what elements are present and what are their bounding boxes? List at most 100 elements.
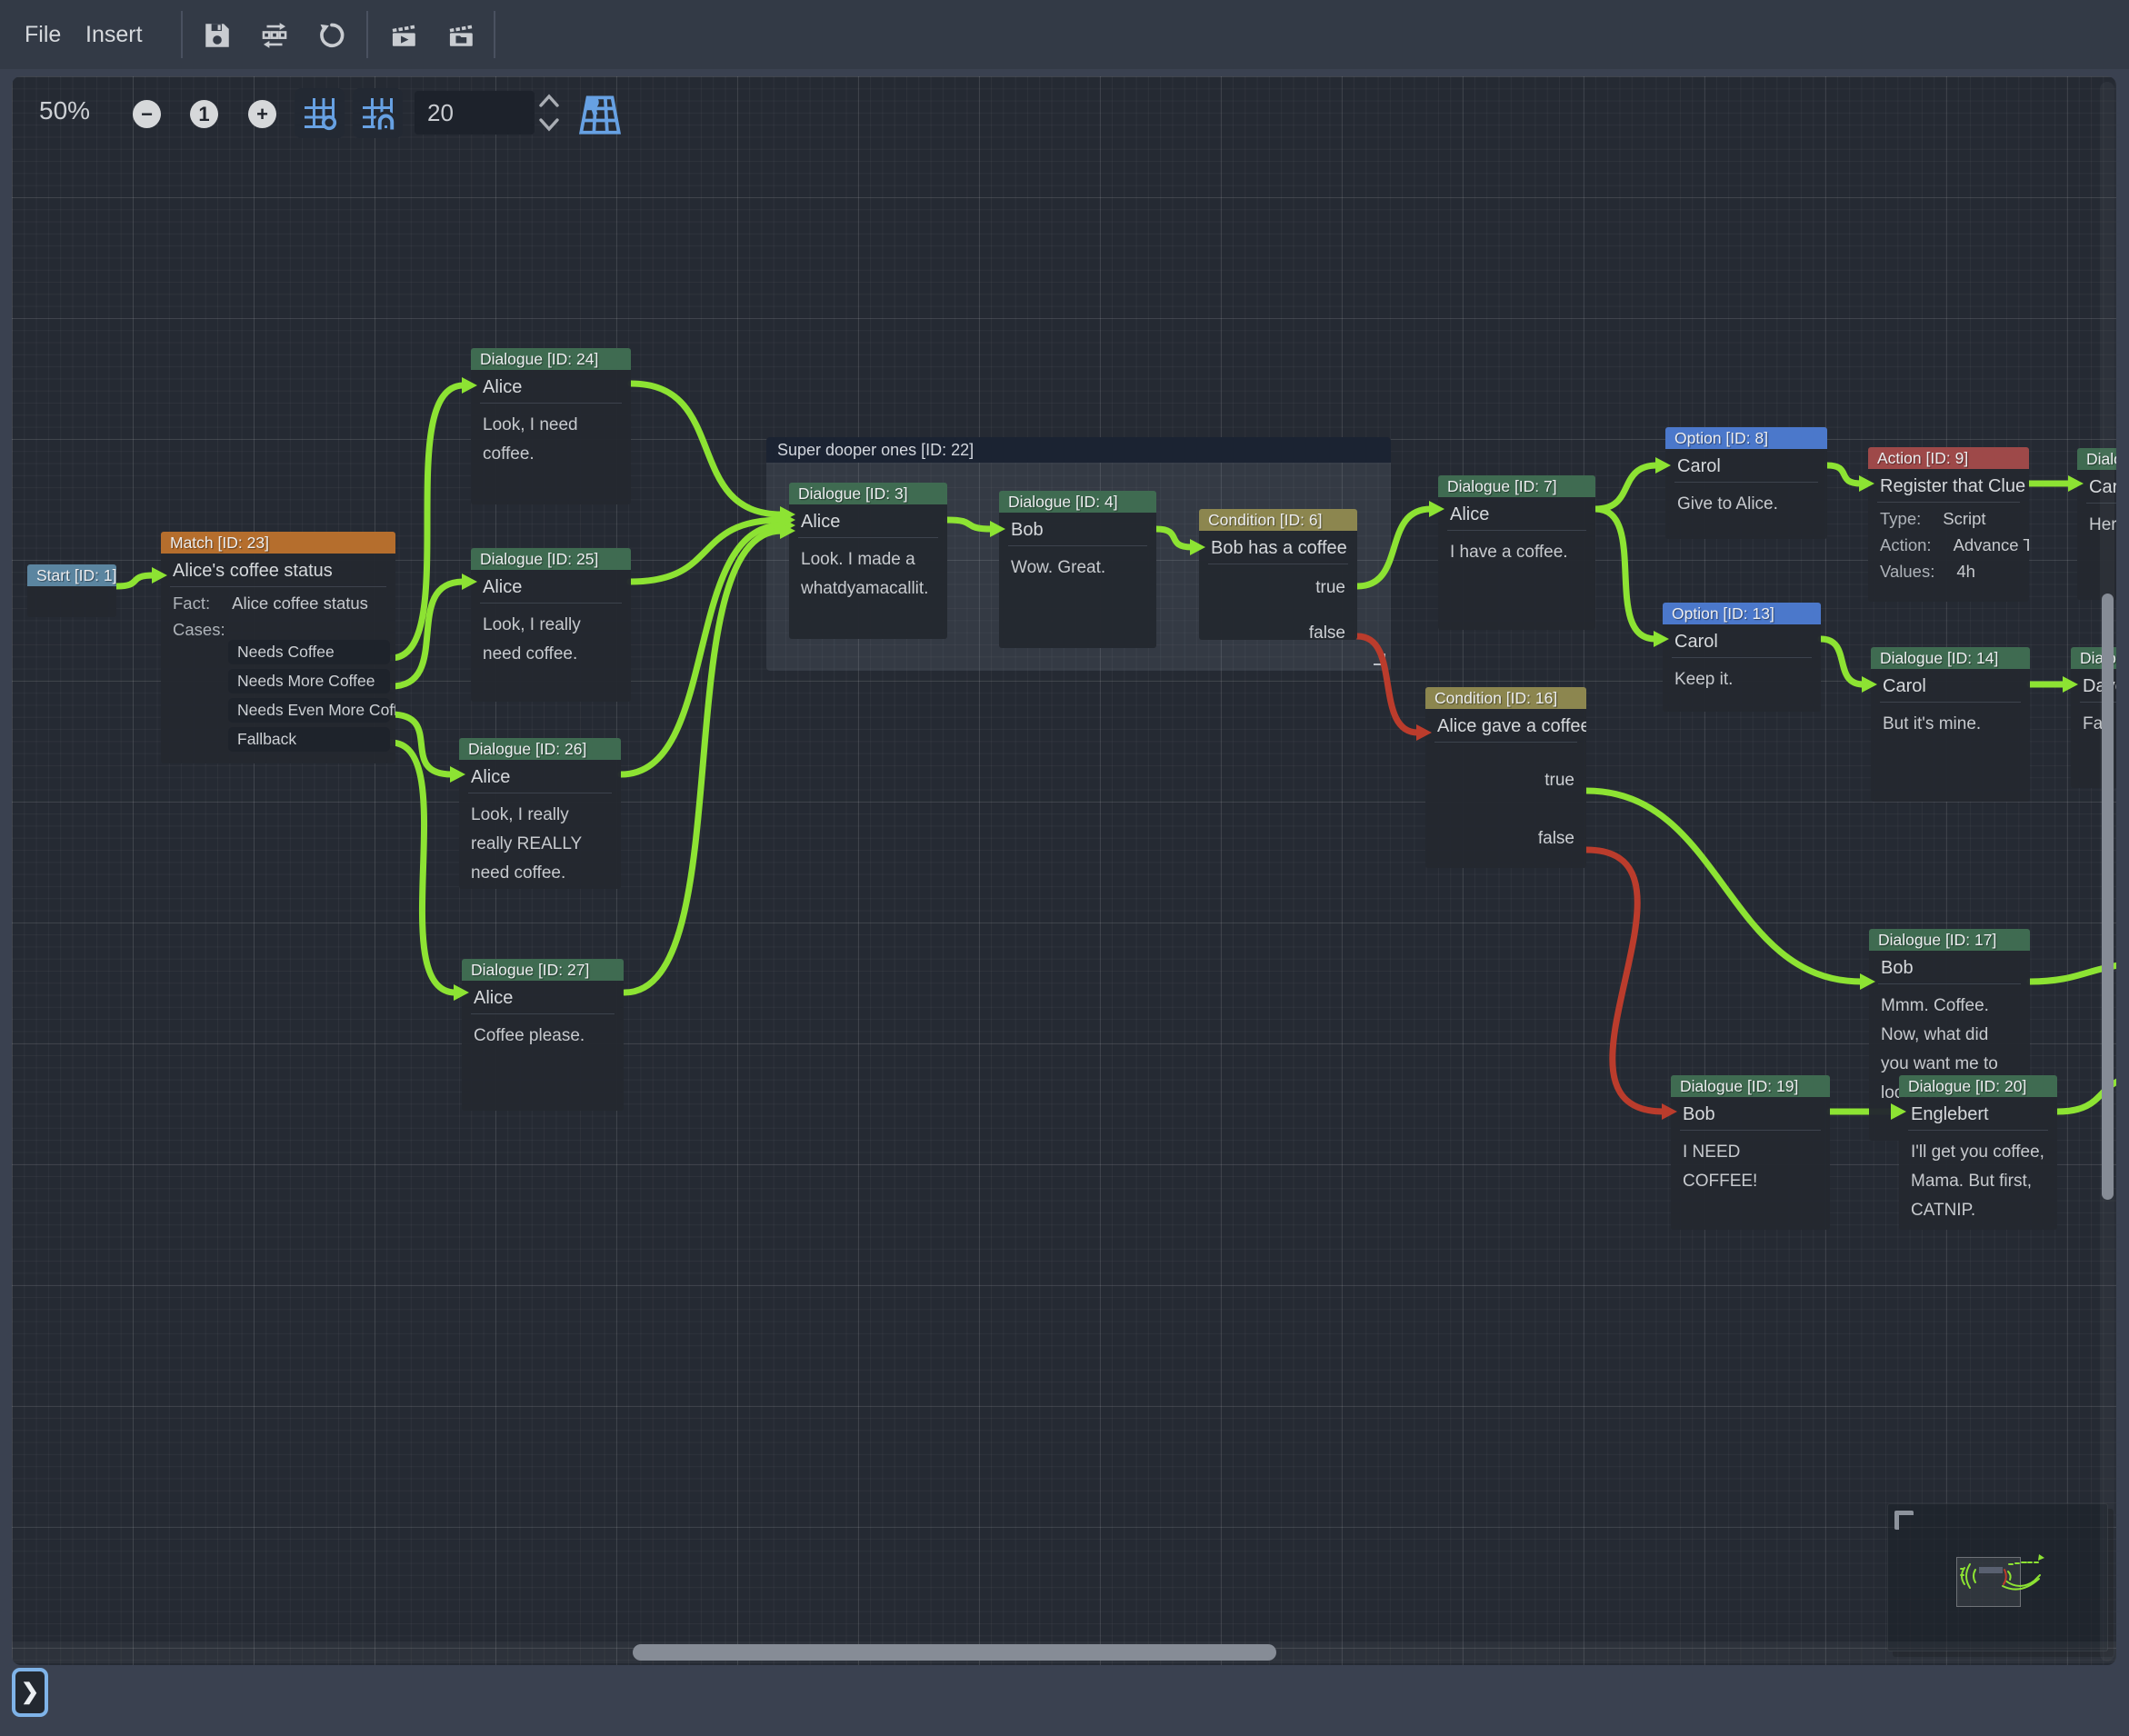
field-label: Fact: [173, 594, 210, 613]
node-title[interactable]: Dialogue [ID: 7] [1438, 475, 1595, 497]
node-body: Alice's coffee statusFact:Alice coffee s… [161, 554, 395, 763]
node-title[interactable]: Dialogue [ID: 26] [459, 738, 621, 760]
snap-grid-toggle[interactable] [295, 88, 345, 138]
node-title[interactable]: Dialogue [ID: 14] [1871, 647, 2030, 669]
character-row: Register that Clue 1... [1868, 471, 2029, 502]
node-dialogue-14[interactable]: Dialogue [ID: 14]CarolBut it's mine. [1871, 647, 2030, 802]
save-icon[interactable] [202, 20, 233, 51]
expand-panel-button[interactable]: ❯ [12, 1668, 48, 1717]
zoom-reset-button[interactable]: 1 [190, 100, 218, 128]
node-title[interactable]: Dialogue [ID: 17] [1869, 929, 2030, 951]
minimap-toggle-icon[interactable] [575, 89, 625, 138]
node-divider [1434, 742, 1577, 743]
node-title[interactable]: Action [ID: 9] [1868, 447, 2029, 469]
character-row: Carol [1665, 451, 1827, 482]
node-title[interactable]: Option [ID: 13] [1663, 603, 1821, 624]
node-dialogue-25[interactable]: Dialogue [ID: 25]AliceLook, I really nee… [471, 548, 631, 702]
node-body: BobI NEED COFFEE! [1671, 1097, 1830, 1230]
node-title[interactable]: Dialogue [ID: 20] [1899, 1075, 2057, 1097]
node-title[interactable]: Dialogue [ID: 24] [471, 348, 631, 370]
node-title[interactable]: Start [ID: 1] [27, 564, 116, 586]
node-condition-16[interactable]: Condition [ID: 16]Alice gave a coffeetru… [1425, 687, 1586, 868]
zoom-out-button[interactable]: − [133, 100, 161, 128]
dialogue-text: I'll get you coffee, Mama. But first, CA… [1899, 1131, 2057, 1225]
node-dialogue-4[interactable]: Dialogue [ID: 4]BobWow. Great. [999, 491, 1156, 648]
horizontal-scrollbar-thumb[interactable] [633, 1644, 1276, 1661]
node-body: CarolKeep it. [1663, 624, 1821, 712]
field-value: Alice coffee status [232, 594, 368, 613]
node-body: CarolBut it's mine. [1871, 669, 2030, 802]
wire [116, 575, 154, 586]
node-title[interactable]: Dialogue [ID: 27] [462, 959, 624, 981]
graph-canvas[interactable]: 50% − 1 + 20 [12, 76, 2116, 1665]
snap-distance-input[interactable]: 20 [415, 91, 535, 135]
node-body: AliceLook. I made a whatdyamacallit. [789, 504, 947, 639]
node-title[interactable]: Dialogue [ID: 4] [999, 491, 1156, 513]
wire [1821, 639, 1864, 684]
minimap-graph-preview [1888, 1504, 2107, 1651]
dialogue-text: Look. I made a whatdyamacallit. [789, 538, 947, 604]
character-row: Bob [999, 514, 1156, 545]
condition-output-false[interactable]: false [1425, 828, 1586, 850]
wire [1156, 529, 1192, 547]
field-value: Advance T... [1954, 535, 2029, 554]
menu-insert[interactable]: Insert [73, 0, 155, 69]
node-dialogue-27[interactable]: Dialogue [ID: 27]AliceCoffee please. [462, 959, 624, 1111]
field-value: 4h [1956, 562, 1975, 581]
node-option-13[interactable]: Option [ID: 13]CarolKeep it. [1663, 603, 1821, 712]
node-match-23[interactable]: Match [ID: 23]Alice's coffee statusFact:… [161, 532, 395, 763]
wire [1827, 465, 1861, 484]
node-title[interactable]: Dialogue [ID: 25] [471, 548, 631, 570]
vertical-scrollbar-thumb[interactable] [2102, 594, 2114, 1200]
condition-output-true[interactable]: true [1425, 770, 1586, 792]
node-dialogue-24[interactable]: Dialogue [ID: 24]AliceLook, I need coffe… [471, 348, 631, 504]
translate-icon[interactable] [259, 20, 290, 51]
field-row: Values:4h [1868, 555, 2029, 582]
undo-icon[interactable] [316, 20, 347, 51]
node-action-9[interactable]: Action [ID: 9]Register that Clue 1... Typ… [1868, 447, 2029, 602]
character-row: Alice [462, 983, 624, 1013]
dialogue-text: Look, I really need coffee. [471, 604, 631, 669]
menu-file[interactable]: File [12, 0, 74, 69]
node-dialogue-3[interactable]: Dialogue [ID: 3]AliceLook. I made a what… [789, 483, 947, 639]
dialogue-text: But it's mine. [1871, 703, 2030, 739]
node-title[interactable]: Condition [ID: 16] [1425, 687, 1586, 709]
menubar-separator [366, 11, 368, 58]
dialogue-text: Keep it. [1663, 658, 1821, 694]
node-dialogue-26[interactable]: Dialogue [ID: 26]AliceLook, I really rea… [459, 738, 621, 889]
case-output-row[interactable]: Needs Even More Coffee [228, 698, 390, 723]
dialogue-text: Look, I need coffee. [471, 404, 631, 469]
snap-distance-toggle[interactable] [353, 88, 403, 138]
node-option-8[interactable]: Option [ID: 8]CarolGive to Alice. [1665, 427, 1827, 539]
node-condition-6[interactable]: Condition [ID: 6]Bob has a coffeetruefal… [1199, 509, 1357, 640]
node-title[interactable]: Dialogue [ID: 3] [789, 483, 947, 504]
zoom-in-button[interactable]: + [248, 100, 276, 128]
node-dialogue-19[interactable]: Dialogue [ID: 19]BobI NEED COFFEE! [1671, 1075, 1830, 1230]
node-dialogue-7[interactable]: Dialogue [ID: 7]AliceI have a coffee. [1438, 475, 1595, 630]
wire [1586, 791, 1862, 982]
case-output-row[interactable]: Needs Coffee [228, 640, 390, 664]
open-dialogue-icon[interactable] [446, 20, 477, 51]
case-output-row[interactable]: Needs More Coffee [228, 669, 390, 693]
condition-output-false[interactable]: false [1199, 623, 1357, 640]
node-body: Alice gave a coffeetruefalse [1425, 709, 1586, 868]
node-title[interactable]: Option [ID: 8] [1665, 427, 1827, 449]
node-title[interactable]: Dialogue [ID: 19] [1671, 1075, 1830, 1097]
node-dialogue-20[interactable]: Dialogue [ID: 20]EnglebertI'll get you c… [1899, 1075, 2057, 1230]
character-row: Carol [1663, 626, 1821, 657]
spin-down-icon[interactable] [537, 115, 561, 135]
case-output-row[interactable]: Fallback [228, 727, 390, 752]
character-row: Englebert [1899, 1099, 2057, 1130]
node-title[interactable]: Condition [ID: 6] [1199, 509, 1357, 531]
field-label: Type: [1880, 509, 1921, 528]
spin-up-icon[interactable] [537, 91, 561, 111]
dialogue-text: I have a coffee. [1438, 531, 1595, 567]
node-start-1[interactable]: Start [ID: 1] [27, 564, 116, 617]
wire [1357, 509, 1431, 586]
node-title[interactable]: Match [ID: 23] [161, 532, 395, 554]
condition-output-true[interactable]: true [1199, 577, 1357, 599]
wire [1595, 465, 1657, 509]
play-dialogue-icon[interactable] [389, 20, 420, 51]
wire [391, 743, 455, 993]
minimap-panel[interactable] [1887, 1503, 2108, 1651]
